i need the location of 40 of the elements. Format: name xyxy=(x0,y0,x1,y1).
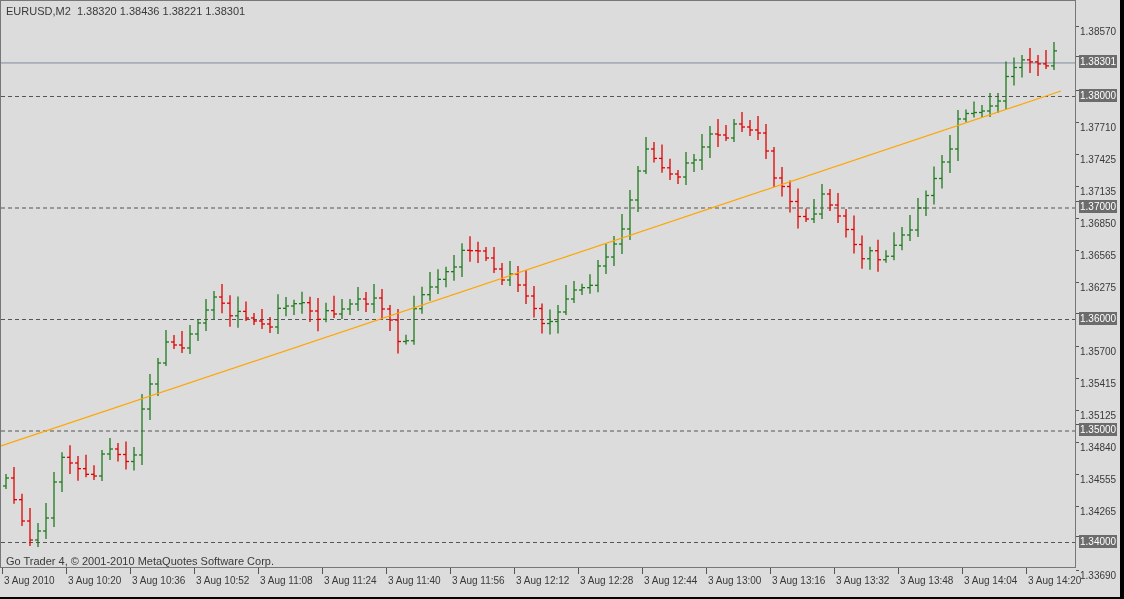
time-label: 3 Aug 14:20 xyxy=(1028,575,1082,586)
time-label: 3 Aug 11:56 xyxy=(452,575,505,586)
price-label: 1.37135 xyxy=(1079,184,1118,198)
copyright-text: Go Trader 4, © 2001-2010 MetaQuotes Software Corp. xyxy=(6,555,274,567)
price-label: 1.35415 xyxy=(1079,376,1118,390)
time-label: 3 Aug 2010 xyxy=(4,575,55,586)
time-label: 3 Aug 12:44 xyxy=(644,575,698,586)
time-label: 3 Aug 11:24 xyxy=(324,575,377,586)
time-label: 3 Aug 13:16 xyxy=(772,575,826,586)
time-label: 3 Aug 10:52 xyxy=(196,575,250,586)
time-label: 3 Aug 14:04 xyxy=(964,575,1018,586)
price-label: 1.35125 xyxy=(1079,409,1118,423)
time-label: 3 Aug 10:20 xyxy=(68,575,122,586)
price-marker: 1.36000 xyxy=(1079,311,1118,325)
time-label: 3 Aug 12:12 xyxy=(516,575,570,586)
price-label: 1.36275 xyxy=(1079,280,1118,294)
time-label: 3 Aug 13:32 xyxy=(836,575,890,586)
price-marker: 1.38301 xyxy=(1079,54,1118,68)
price-label: 1.37710 xyxy=(1079,120,1118,134)
time-label: 3 Aug 12:28 xyxy=(580,575,634,586)
price-label: 1.36850 xyxy=(1079,216,1118,230)
price-marker: 1.34000 xyxy=(1079,534,1118,548)
price-label: 1.34555 xyxy=(1079,472,1118,486)
price-label: 1.33690 xyxy=(1080,569,1118,582)
time-label: 3 Aug 11:40 xyxy=(388,575,441,586)
time-label: 3 Aug 13:00 xyxy=(708,575,762,586)
price-label: 1.35700 xyxy=(1079,344,1118,358)
time-label: 3 Aug 10:36 xyxy=(132,575,186,586)
price-marker: 1.38000 xyxy=(1079,88,1118,102)
trend-line[interactable] xyxy=(1,90,1062,447)
price-label: 1.34840 xyxy=(1079,440,1118,454)
price-label: 1.34265 xyxy=(1079,504,1118,518)
time-label: 3 Aug 13:48 xyxy=(900,575,954,586)
chart-header: EURUSD,M2 1.38320 1.38436 1.38221 1.38301 xyxy=(6,5,246,17)
price-label: 1.36565 xyxy=(1079,248,1118,262)
price-label: 1.37425 xyxy=(1079,152,1118,166)
time-label: 3 Aug 11:08 xyxy=(260,575,313,586)
price-marker: 1.37000 xyxy=(1079,200,1118,213)
price-label: 1.38570 xyxy=(1079,24,1118,38)
price-marker: 1.35000 xyxy=(1079,423,1118,436)
